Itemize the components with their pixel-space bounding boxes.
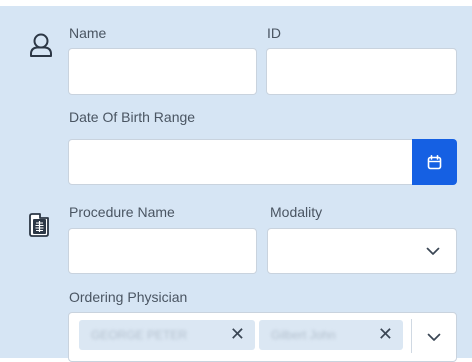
ordering-physician-label: Ordering Physician bbox=[69, 289, 188, 305]
procedure-name-input[interactable] bbox=[68, 228, 257, 274]
physician-chip: GEORGE PETER ✕ bbox=[79, 320, 255, 350]
chevron-down-icon[interactable] bbox=[426, 245, 440, 257]
ordering-physician-multiselect[interactable]: GEORGE PETER ✕ Gilbert John ✕ bbox=[68, 312, 457, 362]
modality-label: Modality bbox=[270, 204, 323, 220]
calendar-button[interactable] bbox=[412, 139, 457, 185]
modality-select[interactable] bbox=[267, 228, 457, 274]
xray-document-icon bbox=[29, 213, 49, 237]
dropdown-divider bbox=[411, 319, 412, 353]
person-icon bbox=[30, 33, 52, 57]
name-label: Name bbox=[69, 25, 107, 41]
procedure-name-label: Procedure Name bbox=[69, 204, 175, 220]
id-input[interactable] bbox=[266, 48, 457, 95]
dob-range-input[interactable] bbox=[68, 139, 414, 185]
calendar-icon bbox=[427, 154, 442, 169]
physician-chip: Gilbert John ✕ bbox=[259, 320, 403, 350]
dob-range-label: Date Of Birth Range bbox=[69, 109, 196, 125]
physician-chip-label: GEORGE PETER bbox=[91, 328, 188, 342]
search-filter-panel: Name ID Date Of Birth Range Procedure Na… bbox=[0, 6, 472, 362]
physician-chip-label: Gilbert John bbox=[271, 328, 336, 342]
id-label: ID bbox=[267, 25, 281, 41]
name-input[interactable] bbox=[68, 48, 257, 95]
chevron-down-icon[interactable] bbox=[427, 331, 441, 343]
remove-chip-icon[interactable]: ✕ bbox=[230, 326, 245, 344]
remove-chip-icon[interactable]: ✕ bbox=[378, 326, 393, 344]
